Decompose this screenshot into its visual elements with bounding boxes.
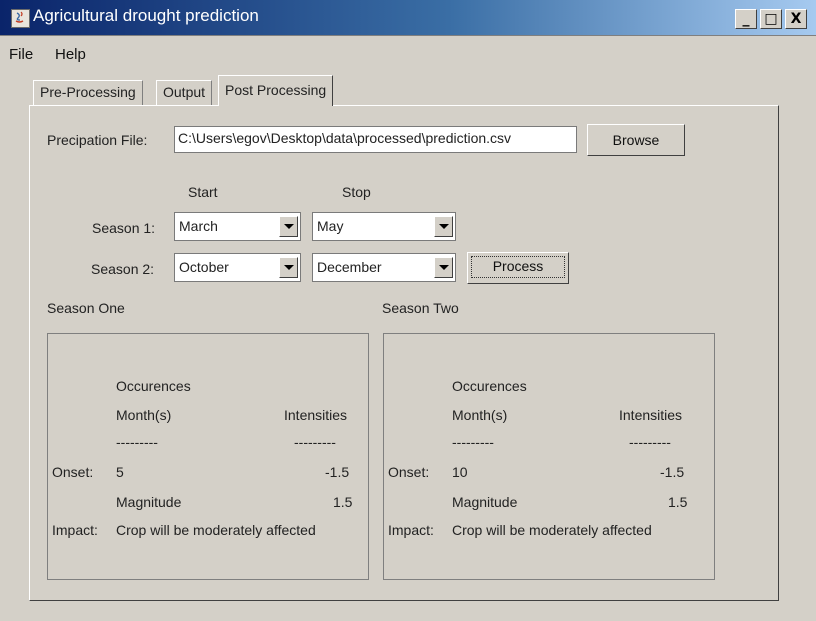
season1-stop-select[interactable]: May: [312, 212, 456, 241]
season1-start-select[interactable]: March: [174, 212, 301, 241]
process-button-label: Process: [471, 256, 565, 278]
occurences-label: Occurences: [116, 378, 191, 394]
season2-start-value: October: [179, 259, 229, 275]
season1-stop-value: May: [317, 218, 344, 234]
onset-intensity: -1.5: [325, 464, 350, 480]
menu-help[interactable]: Help: [55, 46, 86, 63]
maximize-button[interactable]: □: [760, 9, 782, 29]
magnitude-label: Magnitude: [116, 494, 182, 510]
impact-label: Impact:: [52, 522, 98, 538]
impact-text: Crop will be moderately affected: [452, 522, 652, 538]
magnitude-value: 1.5: [333, 494, 353, 510]
tab-post-processing[interactable]: Post Processing: [218, 75, 334, 106]
chevron-down-icon[interactable]: [279, 216, 298, 237]
season2-label: Season 2:: [91, 261, 155, 277]
divider-right: ---------: [294, 434, 336, 450]
season2-stop-select[interactable]: December: [312, 253, 456, 282]
chevron-down-icon[interactable]: [279, 257, 298, 278]
tab-output[interactable]: Output: [156, 80, 213, 105]
onset-month: 5: [116, 464, 124, 480]
onset-label: Onset:: [388, 464, 430, 480]
chevron-down-icon[interactable]: [434, 216, 453, 237]
intensities-header: Intensities: [619, 407, 683, 423]
impact-label: Impact:: [388, 522, 434, 538]
impact-text: Crop will be moderately affected: [116, 522, 316, 538]
onset-intensity: -1.5: [660, 464, 685, 480]
season2-start-select[interactable]: October: [174, 253, 301, 282]
season2-stop-value: December: [317, 259, 382, 275]
season1-start-value: March: [179, 218, 218, 234]
precip-file-label: Precipation File:: [47, 132, 148, 148]
stop-header: Stop: [342, 184, 371, 200]
menu-file[interactable]: File: [9, 46, 33, 63]
onset-month: 10: [452, 464, 468, 480]
season-one-results: Occurences Month(s) Intensities --------…: [47, 333, 369, 580]
menu-bar: [0, 36, 816, 70]
season1-label: Season 1:: [92, 220, 156, 236]
season-two-heading: Season Two: [382, 300, 459, 316]
minimize-button[interactable]: _: [735, 9, 757, 29]
season-two-results: Occurences Month(s) Intensities --------…: [383, 333, 715, 580]
window-title: Agricultural drought prediction: [33, 6, 259, 25]
months-header: Month(s): [116, 407, 172, 423]
start-header: Start: [188, 184, 218, 200]
precip-file-input[interactable]: C:\Users\egov\Desktop\data\processed\pre…: [174, 126, 577, 153]
onset-label: Onset:: [52, 464, 94, 480]
magnitude-label: Magnitude: [452, 494, 518, 510]
season-one-heading: Season One: [47, 300, 125, 316]
process-button[interactable]: Process: [467, 252, 569, 284]
tab-pre-processing[interactable]: Pre-Processing: [33, 80, 143, 105]
divider-left: ---------: [452, 434, 494, 450]
close-button[interactable]: X: [785, 9, 807, 29]
intensities-header: Intensities: [284, 407, 348, 423]
months-header: Month(s): [452, 407, 508, 423]
divider-left: ---------: [116, 434, 158, 450]
chevron-down-icon[interactable]: [434, 257, 453, 278]
java-app-icon: [11, 9, 30, 28]
browse-button[interactable]: Browse: [587, 124, 685, 156]
occurences-label: Occurences: [452, 378, 527, 394]
divider-right: ---------: [629, 434, 671, 450]
magnitude-value: 1.5: [668, 494, 688, 510]
